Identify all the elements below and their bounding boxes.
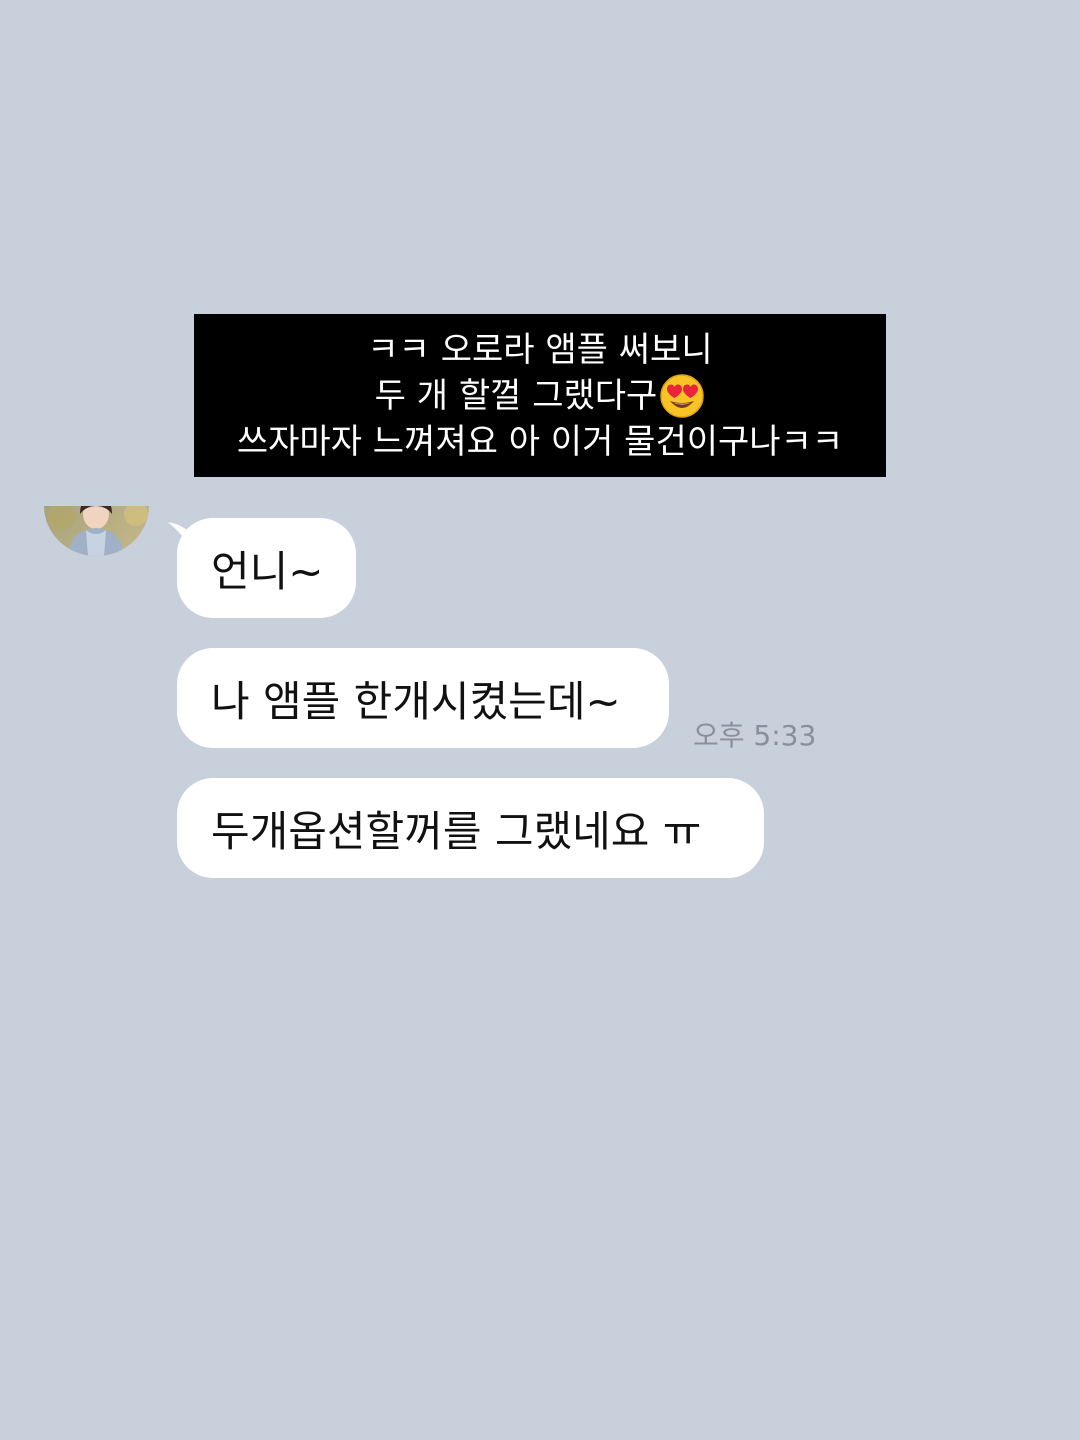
avatar-image <box>44 506 149 556</box>
message-text-2: 나 앰플 한개시켰는데~ <box>211 676 621 726</box>
heart-eyes-emoji-icon <box>660 373 705 418</box>
message-bubble-1[interactable]: 언니~ <box>177 518 356 618</box>
caption-line-3: 쓰자마자 느껴져요 아 이거 물건이구나ㅋㅋ <box>236 421 844 462</box>
caption-line-2-text: 두 개 할껄 그랬다구 <box>374 375 658 416</box>
message-text-3: 두개옵션할꺼를 그랬네요 ㅠ <box>211 806 702 856</box>
message-bubble-3[interactable]: 두개옵션할꺼를 그랬네요 ㅠ <box>177 778 764 878</box>
message-timestamp: 오후 5:33 <box>693 719 817 752</box>
caption-line-2: 두 개 할껄 그랬다구 <box>375 373 706 419</box>
avatar[interactable] <box>44 506 149 556</box>
message-bubble-2[interactable]: 나 앰플 한개시켰는데~ <box>177 648 669 748</box>
caption-box: ㅋㅋ 오로라 앰플 써보니 두 개 할껄 그랬다구 쓰자마자 느껴져요 아 이거… <box>194 314 886 477</box>
caption-line-1: ㅋㅋ 오로라 앰플 써보니 <box>367 329 713 370</box>
message-text-1: 언니~ <box>211 546 324 596</box>
